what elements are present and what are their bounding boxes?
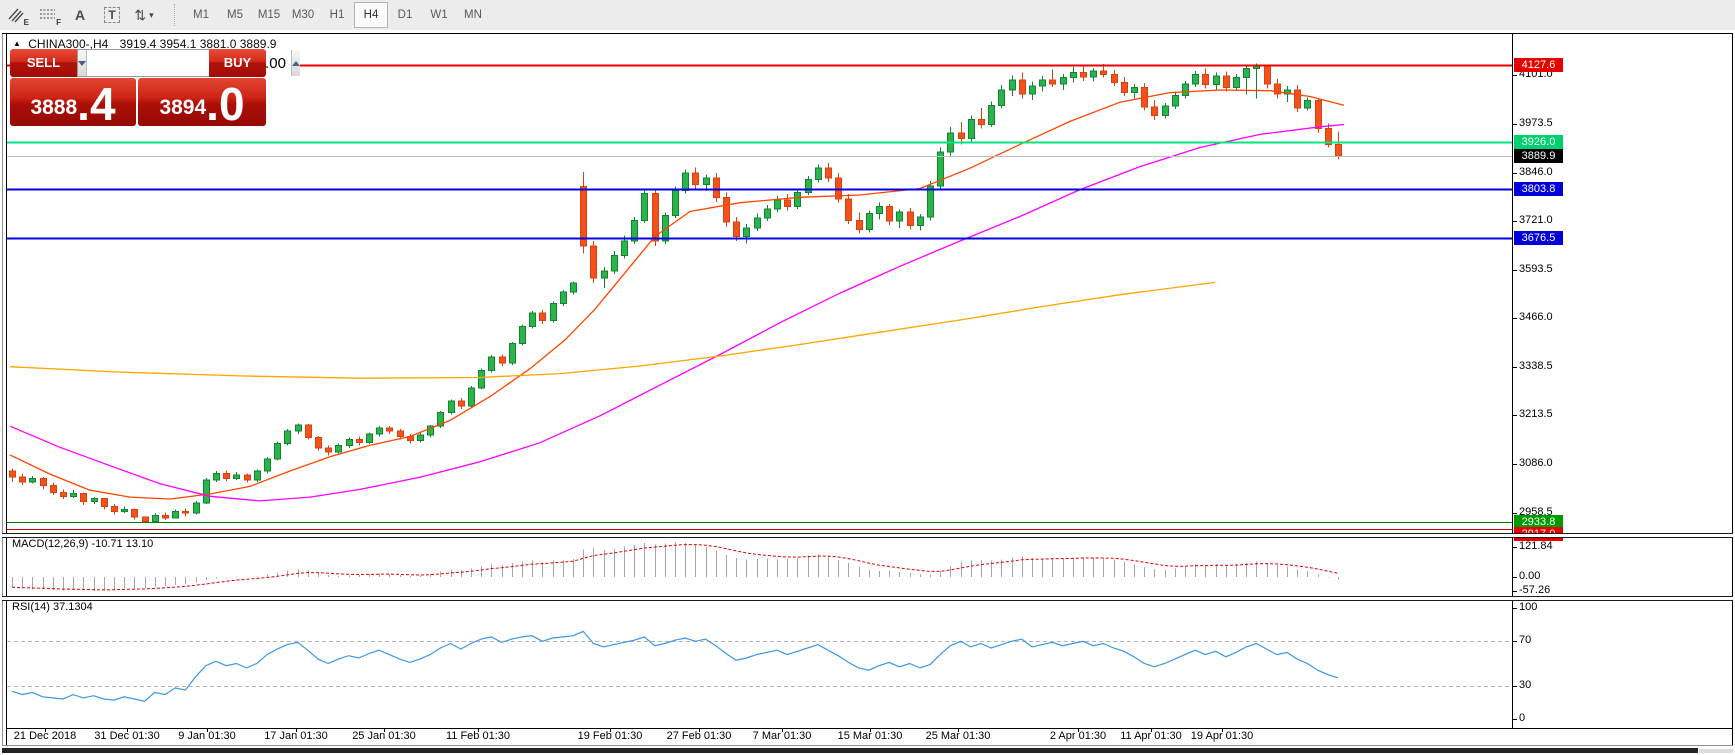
triangle-down-icon [78, 61, 86, 66]
time-axis-label: 25 Jan 01:30 [352, 730, 416, 742]
timeframe-button-M1[interactable]: M1 [184, 2, 218, 28]
timeframe-group: M1M5M15M30H1H4D1W1MN [184, 2, 490, 28]
price-axis-tick: 3213.5 [1519, 408, 1553, 420]
equidistant-channel-icon[interactable]: E [2, 3, 30, 27]
macd-axis-tick: 0.00 [1519, 570, 1540, 582]
mt4-terminal: { "icons": {"chart_expand": "\u25b2", "a… [0, 0, 1735, 755]
timeframe-button-M5[interactable]: M5 [218, 2, 252, 28]
time-axis-label: 7 Mar 01:30 [753, 730, 812, 742]
price-level-badge: 3926.0 [1514, 135, 1563, 149]
volume-stepper [77, 49, 209, 77]
time-axis-label: 2 Apr 01:30 [1050, 730, 1106, 742]
rsi-axis-tick: 30 [1519, 679, 1531, 691]
text-box-icon[interactable]: T [98, 3, 126, 27]
buy-button[interactable]: BUY [209, 49, 266, 77]
volume-decrease-button[interactable] [78, 50, 87, 76]
price-axis-tick: 3846.0 [1519, 166, 1553, 178]
scrollbar-track[interactable] [1699, 749, 1733, 753]
arrows-icon[interactable]: ⇅ ▾ [130, 3, 158, 27]
tool-sub-label: E [24, 18, 29, 27]
rsi-label: RSI(14) 37.1304 [12, 601, 93, 613]
timeframe-button-M30[interactable]: M30 [286, 2, 320, 28]
trade-panel-top-row: SELL BUY [10, 49, 266, 77]
horizontal-scrollbar [0, 748, 1735, 754]
time-axis-label: 11 Feb 01:30 [446, 730, 510, 742]
time-axis-label: 15 Mar 01:30 [838, 730, 903, 742]
time-axis-label: 25 Mar 01:30 [926, 730, 991, 742]
price-axis-tick: 3593.5 [1519, 263, 1553, 275]
time-axis-label: 17 Jan 01:30 [264, 730, 328, 742]
fibonacci-retracement-icon[interactable]: F [34, 3, 62, 27]
triangle-up-icon [292, 61, 300, 66]
time-axis-label: 11 Apr 01:30 [1120, 730, 1182, 742]
chart-expand-icon: ▲ [13, 39, 21, 48]
text-label-icon[interactable]: A [66, 3, 94, 27]
timeframe-button-H4[interactable]: H4 [354, 2, 388, 28]
macd-axis-tick: -57.26 [1519, 584, 1550, 596]
macd-panel-splitter[interactable] [2, 533, 1733, 538]
time-axis-label: 9 Jan 01:30 [178, 730, 236, 742]
sell-price-fraction: .4 [77, 86, 115, 124]
rsi-axis-tick: 70 [1519, 634, 1531, 646]
buy-price-fraction: .0 [206, 86, 244, 124]
current-price-badge: 3889.9 [1514, 149, 1563, 163]
rsi-axis-tick: 100 [1519, 601, 1537, 613]
toolbar-separator [174, 4, 176, 26]
price-axis-tick: 3086.0 [1519, 457, 1553, 469]
sell-price-main: 3888 [30, 96, 77, 120]
time-axis-label: 21 Dec 2018 [14, 730, 76, 742]
time-axis-label: 27 Feb 01:30 [667, 730, 732, 742]
sell-button[interactable]: SELL [10, 49, 77, 77]
dropdown-caret-icon: ▾ [149, 10, 154, 21]
price-axis-tick: 3338.5 [1519, 360, 1553, 372]
one-click-trading-panel: SELL BUY 3888.4 3894.0 [10, 49, 266, 126]
price-level-badge: 3803.8 [1514, 182, 1563, 196]
scrollbar-thumb[interactable] [2, 748, 1698, 753]
price-axis-tick: 3721.0 [1519, 214, 1553, 226]
price-axis-tick: 3466.0 [1519, 311, 1553, 323]
timeframe-button-MN[interactable]: MN [456, 2, 490, 28]
timeframe-button-H1[interactable]: H1 [320, 2, 354, 28]
sell-price-display[interactable]: 3888.4 [10, 78, 136, 126]
rsi-axis-tick: 0 [1519, 712, 1525, 724]
buy-price-display[interactable]: 3894.0 [138, 78, 266, 126]
timeframe-button-W1[interactable]: W1 [422, 2, 456, 28]
timeframe-button-M15[interactable]: M15 [252, 2, 286, 28]
toolbar: E F A T ⇅ ▾ M1M5M15M30H1H4D1W1MN [0, 0, 1735, 30]
arrows-glyph: ⇅ [134, 7, 146, 24]
rsi-panel-splitter[interactable] [2, 596, 1733, 601]
letter-a: A [75, 7, 85, 23]
price-axis-tick: 3973.5 [1519, 117, 1553, 129]
macd-axis-tick: 121.84 [1519, 540, 1553, 552]
tool-sub-label: F [56, 18, 61, 27]
buy-price-main: 3894 [159, 96, 206, 120]
volume-increase-button[interactable] [291, 50, 300, 76]
time-axis-label: 19 Feb 01:30 [578, 730, 643, 742]
letter-t: T [104, 7, 119, 23]
macd-label: MACD(12,26,9) -10.71 13.10 [12, 538, 153, 550]
price-level-badge: 3676.5 [1514, 231, 1563, 245]
time-axis-label: 19 Apr 01:30 [1191, 730, 1253, 742]
price-level-badge: 4127.6 [1514, 58, 1563, 72]
timeframe-button-D1[interactable]: D1 [388, 2, 422, 28]
time-axis-label: 31 Dec 01:30 [94, 730, 159, 742]
